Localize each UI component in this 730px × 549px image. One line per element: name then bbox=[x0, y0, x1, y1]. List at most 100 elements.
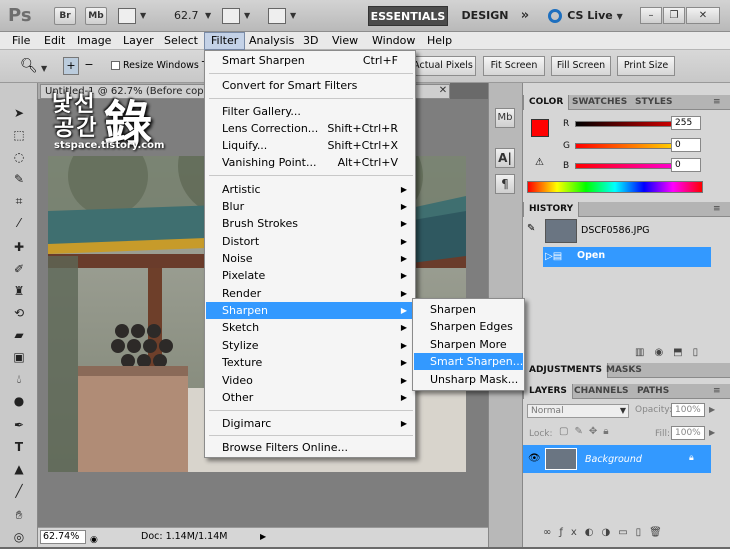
tab-channels[interactable]: CHANNELS bbox=[569, 384, 634, 399]
menu-item-stylize[interactable]: Stylize ▶ bbox=[206, 337, 414, 354]
status-menu-arrow-icon[interactable]: ▶ bbox=[260, 528, 266, 546]
tab-swatches[interactable]: SWATCHES bbox=[567, 95, 632, 110]
restore-button[interactable]: ❐ bbox=[663, 7, 685, 24]
lasso-tool-icon[interactable]: ◌ bbox=[10, 149, 28, 165]
gradient-tool-icon[interactable]: ▣ bbox=[10, 349, 28, 365]
character-panel-icon[interactable]: A| bbox=[495, 148, 515, 168]
menu-item-smart-sharpen[interactable]: Smart Sharpen Ctrl+F bbox=[206, 52, 414, 69]
menu-item-filter-gallery[interactable]: Filter Gallery... bbox=[206, 103, 414, 120]
chevron-right-icon[interactable]: ▶ bbox=[709, 405, 715, 414]
menu-item-texture[interactable]: Texture ▶ bbox=[206, 354, 414, 371]
chevron-down-icon[interactable]: ▼ bbox=[205, 11, 211, 20]
history-state-row[interactable] bbox=[543, 247, 711, 267]
menu-item-brush-strokes[interactable]: Brush Strokes ▶ bbox=[206, 215, 414, 232]
submenu-item-sharpen-more[interactable]: Sharpen More bbox=[414, 336, 523, 353]
tab-paths[interactable]: PATHS bbox=[632, 384, 674, 399]
view-extras-icon[interactable] bbox=[118, 8, 136, 24]
zoom-tool-icon[interactable]: ◎ bbox=[10, 529, 28, 545]
history-brush-tool-icon[interactable]: ⟲ bbox=[10, 305, 28, 321]
arrange-documents-icon[interactable] bbox=[222, 8, 240, 24]
quick-selection-tool-icon[interactable]: ✎ bbox=[10, 171, 28, 187]
eraser-tool-icon[interactable]: ▰ bbox=[10, 327, 28, 343]
chevron-down-icon[interactable]: ▼ bbox=[41, 64, 47, 73]
submenu-item-unsharp-mask[interactable]: Unsharp Mask... bbox=[414, 371, 523, 388]
chevron-right-icon[interactable]: ▶ bbox=[709, 428, 715, 437]
menu-analysis[interactable]: Analysis bbox=[243, 32, 300, 50]
fill-value[interactable]: 100% bbox=[671, 426, 705, 440]
chevron-down-icon[interactable]: ▼ bbox=[140, 11, 146, 20]
menu-item-blur[interactable]: Blur ▶ bbox=[206, 198, 414, 215]
panel-menu-icon[interactable]: ≡ bbox=[713, 204, 721, 214]
menu-filter[interactable]: Filter bbox=[204, 32, 246, 50]
more-workspaces-button[interactable]: » bbox=[516, 6, 534, 26]
history-footer-icons[interactable]: ▥◉⬒▯ bbox=[635, 347, 708, 358]
close-button[interactable]: ✕ bbox=[686, 7, 720, 24]
type-tool-icon[interactable]: T bbox=[10, 439, 28, 455]
minimize-button[interactable]: – bbox=[640, 7, 662, 24]
chevron-down-icon[interactable]: ▼ bbox=[244, 11, 250, 20]
clone-stamp-tool-icon[interactable]: ♜ bbox=[10, 283, 28, 299]
menu-item-convert-smart-filters[interactable]: Convert for Smart Filters bbox=[206, 77, 414, 94]
lock-icons[interactable]: ▢✎✥🔒︎ bbox=[559, 426, 615, 437]
menu-item-liquify[interactable]: Liquify... Shift+Ctrl+X bbox=[206, 137, 414, 154]
chevron-down-icon[interactable]: ▼ bbox=[290, 11, 296, 20]
actual-pixels-button[interactable]: Actual Pixels bbox=[410, 56, 476, 76]
zoom-in-icon[interactable]: + bbox=[63, 57, 79, 75]
tab-color[interactable]: COLOR bbox=[523, 95, 570, 110]
blur-tool-icon[interactable]: 💧︎ bbox=[10, 371, 28, 387]
line-tool-icon[interactable]: ╱ bbox=[10, 483, 28, 499]
blue-value[interactable]: 0 bbox=[671, 158, 701, 172]
zoom-tool-icon[interactable]: 🔍︎ bbox=[20, 58, 38, 74]
menu-layer[interactable]: Layer bbox=[117, 32, 160, 50]
tab-styles[interactable]: STYLES bbox=[630, 95, 678, 110]
history-snapshot-label[interactable]: DSCF0586.JPG bbox=[581, 225, 650, 236]
tab-history[interactable]: HISTORY bbox=[523, 202, 580, 217]
workspace-design[interactable]: DESIGN bbox=[455, 6, 515, 26]
color-spectrum-bar[interactable] bbox=[527, 181, 703, 193]
mini-bridge-panel-icon[interactable]: Mb bbox=[495, 108, 515, 128]
menu-file[interactable]: File bbox=[6, 32, 36, 50]
blend-mode-select[interactable]: Normal ▼ bbox=[527, 404, 629, 418]
eyedropper-tool-icon[interactable]: ⁄ bbox=[10, 215, 28, 231]
crop-tool-icon[interactable]: ⌗ bbox=[10, 193, 28, 209]
resize-windows-checkbox[interactable] bbox=[111, 61, 120, 70]
menu-item-vanishing-point[interactable]: Vanishing Point... Alt+Ctrl+V bbox=[206, 154, 414, 171]
close-document-icon[interactable]: ✕ bbox=[437, 85, 449, 97]
hand-tool-icon[interactable]: ✋︎ bbox=[10, 507, 28, 523]
submenu-item-sharpen-edges[interactable]: Sharpen Edges bbox=[414, 318, 523, 335]
eye-icon[interactable]: 👁︎ bbox=[528, 453, 541, 464]
menu-view[interactable]: View bbox=[326, 32, 364, 50]
dodge-tool-icon[interactable]: ● bbox=[10, 393, 28, 409]
green-value[interactable]: 0 bbox=[671, 138, 701, 152]
menu-image[interactable]: Image bbox=[71, 32, 117, 50]
screen-mode-icon[interactable] bbox=[268, 8, 286, 24]
move-tool-icon[interactable]: ➤ bbox=[10, 105, 28, 121]
menu-item-distort[interactable]: Distort ▶ bbox=[206, 233, 414, 250]
menu-item-render[interactable]: Render ▶ bbox=[206, 285, 414, 302]
panel-menu-icon[interactable]: ≡ bbox=[713, 97, 721, 107]
menu-item-noise[interactable]: Noise ▶ bbox=[206, 250, 414, 267]
menu-window[interactable]: Window bbox=[366, 32, 421, 50]
paragraph-panel-icon[interactable]: ¶ bbox=[495, 174, 515, 194]
cs-live-button[interactable]: CS Live ▼ bbox=[560, 6, 630, 26]
zoom-field[interactable]: 62.74% bbox=[40, 530, 86, 544]
history-brush-source-icon[interactable]: ✎ bbox=[527, 223, 535, 234]
foreground-color-swatch[interactable] bbox=[531, 119, 549, 137]
mini-bridge-button[interactable]: Mb bbox=[85, 7, 107, 25]
resize-windows-option[interactable]: Resize Windows To bbox=[111, 60, 212, 71]
menu-item-sketch[interactable]: Sketch ▶ bbox=[206, 319, 414, 336]
menu-item-video[interactable]: Video ▶ bbox=[206, 372, 414, 389]
tab-masks[interactable]: MASKS bbox=[601, 363, 647, 378]
panel-menu-icon[interactable]: ≡ bbox=[713, 386, 721, 396]
status-info-icon[interactable]: ◉ bbox=[90, 531, 98, 549]
tab-adjustments[interactable]: ADJUSTMENTS bbox=[523, 363, 608, 378]
fill-screen-button[interactable]: Fill Screen bbox=[551, 56, 611, 76]
menu-item-digimarc[interactable]: Digimarc ▶ bbox=[206, 415, 414, 432]
gamut-warning-icon[interactable]: ⚠ bbox=[535, 157, 544, 168]
marquee-tool-icon[interactable]: ⬚ bbox=[10, 127, 28, 143]
workspace-essentials[interactable]: ESSENTIALS bbox=[368, 6, 448, 26]
menu-item-browse-filters-online[interactable]: Browse Filters Online... bbox=[206, 439, 414, 456]
print-size-button[interactable]: Print Size bbox=[617, 56, 675, 76]
menu-select[interactable]: Select bbox=[158, 32, 204, 50]
zoom-level[interactable]: 62.7 bbox=[174, 9, 199, 22]
